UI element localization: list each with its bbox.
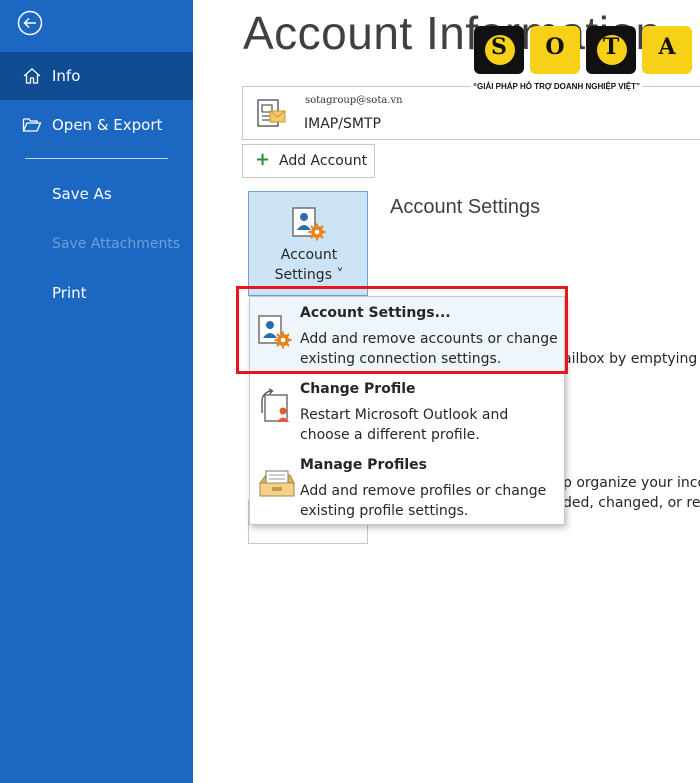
background-text-organize: p organize your incon [563, 475, 700, 491]
nav-item-info[interactable]: Info [0, 52, 193, 100]
nav-item-save-attachments: Save Attachments [0, 220, 193, 268]
folder-open-icon [22, 118, 42, 132]
manage-profiles-icon [259, 470, 295, 497]
menu-item-description: Restart Microsoft Outlook and choose a d… [300, 407, 509, 443]
nav-label-open-export: Open & Export [52, 116, 163, 134]
home-icon [23, 68, 41, 84]
change-profile-icon [261, 388, 289, 422]
highlight-annotation [236, 286, 568, 374]
nav-label-save-attachments: Save Attachments [52, 236, 181, 252]
menu-item-title: Manage Profiles [300, 457, 427, 473]
logo-letter: T [602, 34, 620, 60]
nav-item-save-as[interactable]: Save As [0, 170, 193, 218]
logo-tile-s: S [474, 26, 524, 74]
add-account-label: Add Account [279, 153, 368, 169]
menu-item-description: Add and remove profiles or change existi… [300, 483, 547, 519]
backstage-sidebar: Info Open & Export Save As Save Attachme… [0, 0, 193, 783]
button-label-line1: Account [280, 247, 338, 263]
section-title-account-settings: Account Settings [390, 196, 541, 218]
menu-item-change-profile[interactable]: Change Profile Restart Microsoft Outlook… [250, 373, 564, 447]
logo-tile-a: A [642, 26, 692, 74]
account-settings-button[interactable]: Account Settings ˅ [248, 191, 368, 296]
nav-label-save-as: Save As [52, 185, 112, 203]
logo-tile-o: O [530, 26, 580, 74]
add-account-button[interactable]: + Add Account [242, 144, 375, 178]
mail-account-icon [257, 99, 286, 127]
background-text-changed: ded, changed, or rem [563, 495, 700, 511]
back-arrow-icon[interactable] [17, 10, 43, 36]
menu-item-manage-profiles[interactable]: Manage Profiles Add and remove profiles … [250, 449, 564, 523]
background-text-mailbox: ailbox by emptying D [563, 351, 700, 367]
logo-letter: S [491, 34, 507, 60]
logo-letter: O [545, 34, 565, 60]
account-email: sotagroup@sota.vn [305, 95, 403, 106]
sota-watermark-logo: S O T A “GIẢI PHÁP HỖ TRỢ DOANH NGHIỆP V… [471, 22, 700, 97]
logo-letter: A [658, 34, 676, 60]
nav-item-open-export[interactable]: Open & Export [0, 101, 193, 149]
account-type: IMAP/SMTP [304, 116, 381, 132]
account-settings-button-label: Account Settings ˅ [249, 245, 369, 285]
account-settings-icon [292, 207, 326, 241]
button-label-line2: Settings ˅ [274, 267, 344, 283]
logo-tile-t: T [586, 26, 636, 74]
nav-label-print: Print [52, 284, 87, 302]
plus-icon: + [255, 149, 271, 170]
menu-item-title: Change Profile [300, 381, 416, 397]
nav-label-info: Info [52, 67, 81, 85]
logo-tagline: “GIẢI PHÁP HỖ TRỢ DOANH NGHIỆP VIỆT” [471, 82, 642, 91]
nav-divider [25, 158, 168, 159]
nav-item-print[interactable]: Print [0, 269, 193, 317]
